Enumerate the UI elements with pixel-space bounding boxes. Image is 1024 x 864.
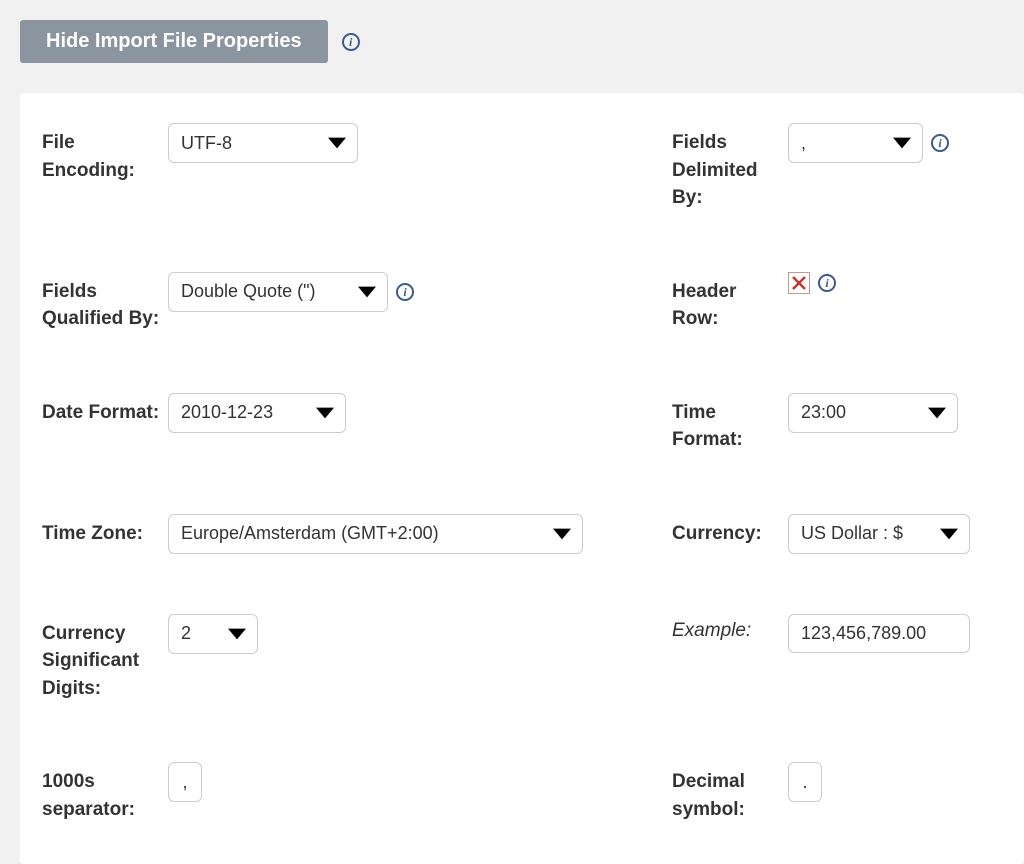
info-icon[interactable]: i	[931, 134, 949, 152]
fields-qualified-by-value: Double Quote (")	[181, 281, 315, 302]
fields-delimited-by-select[interactable]: ,	[788, 123, 923, 163]
thousands-separator-label: 1000s separator:	[42, 762, 162, 823]
date-format-value: 2010-12-23	[181, 402, 273, 423]
thousands-separator-input[interactable]	[168, 762, 202, 802]
info-icon[interactable]: i	[818, 274, 836, 292]
date-format-select[interactable]: 2010-12-23	[168, 393, 346, 433]
currency-value: US Dollar : $	[801, 523, 903, 544]
decimal-symbol-label: Decimal symbol:	[672, 762, 782, 823]
field-qualifier: Fields Qualified By: Double Quote (") i	[42, 272, 642, 333]
currency-digits-label: Currency Significant Digits:	[42, 614, 162, 703]
example-label: Example:	[672, 614, 782, 642]
header-row-label: Header Row:	[672, 272, 782, 333]
fields-delimited-by-label: Fields Delimited By:	[672, 123, 782, 212]
time-format-value: 23:00	[801, 402, 846, 423]
example-input[interactable]	[788, 614, 970, 653]
fields-qualified-by-select[interactable]: Double Quote (")	[168, 272, 388, 312]
currency-digits-select[interactable]: 2	[168, 614, 258, 654]
field-time-zone: Time Zone: Europe/Amsterdam (GMT+2:00)	[42, 514, 642, 554]
fields-qualified-by-label: Fields Qualified By:	[42, 272, 162, 333]
date-format-label: Date Format:	[42, 393, 162, 427]
currency-digits-value: 2	[181, 623, 191, 644]
info-icon[interactable]: i	[396, 283, 414, 301]
field-example: Example:	[672, 614, 1002, 703]
header-row-checkbox[interactable]	[788, 272, 810, 294]
time-zone-label: Time Zone:	[42, 514, 162, 548]
currency-select[interactable]: US Dollar : $	[788, 514, 970, 554]
fields-delimited-by-value: ,	[801, 133, 806, 154]
hide-import-properties-button[interactable]: Hide Import File Properties	[20, 20, 328, 63]
time-zone-select[interactable]: Europe/Amsterdam (GMT+2:00)	[168, 514, 583, 554]
field-currency: Currency: US Dollar : $	[672, 514, 1002, 554]
import-file-properties-panel: File Encoding: UTF-8 Fields Delimited By…	[20, 93, 1024, 864]
time-zone-value: Europe/Amsterdam (GMT+2:00)	[181, 523, 439, 544]
time-format-label: Time Format:	[672, 393, 782, 454]
info-icon[interactable]: i	[342, 33, 360, 51]
field-thousands-separator: 1000s separator:	[42, 762, 642, 823]
field-time-format: Time Format: 23:00	[672, 393, 1002, 454]
decimal-symbol-input[interactable]	[788, 762, 822, 802]
time-format-select[interactable]: 23:00	[788, 393, 958, 433]
field-decimal-symbol: Decimal symbol:	[672, 762, 1002, 823]
field-date-format: Date Format: 2010-12-23	[42, 393, 642, 454]
file-encoding-value: UTF-8	[181, 133, 232, 154]
field-currency-digits: Currency Significant Digits: 2	[42, 614, 642, 703]
file-encoding-label: File Encoding:	[42, 123, 162, 184]
currency-label: Currency:	[672, 514, 782, 548]
file-encoding-select[interactable]: UTF-8	[168, 123, 358, 163]
field-file-encoding: File Encoding: UTF-8	[42, 123, 642, 212]
field-header-row: Header Row: i	[672, 272, 1002, 333]
field-delimiter: Fields Delimited By: , i	[672, 123, 1002, 212]
